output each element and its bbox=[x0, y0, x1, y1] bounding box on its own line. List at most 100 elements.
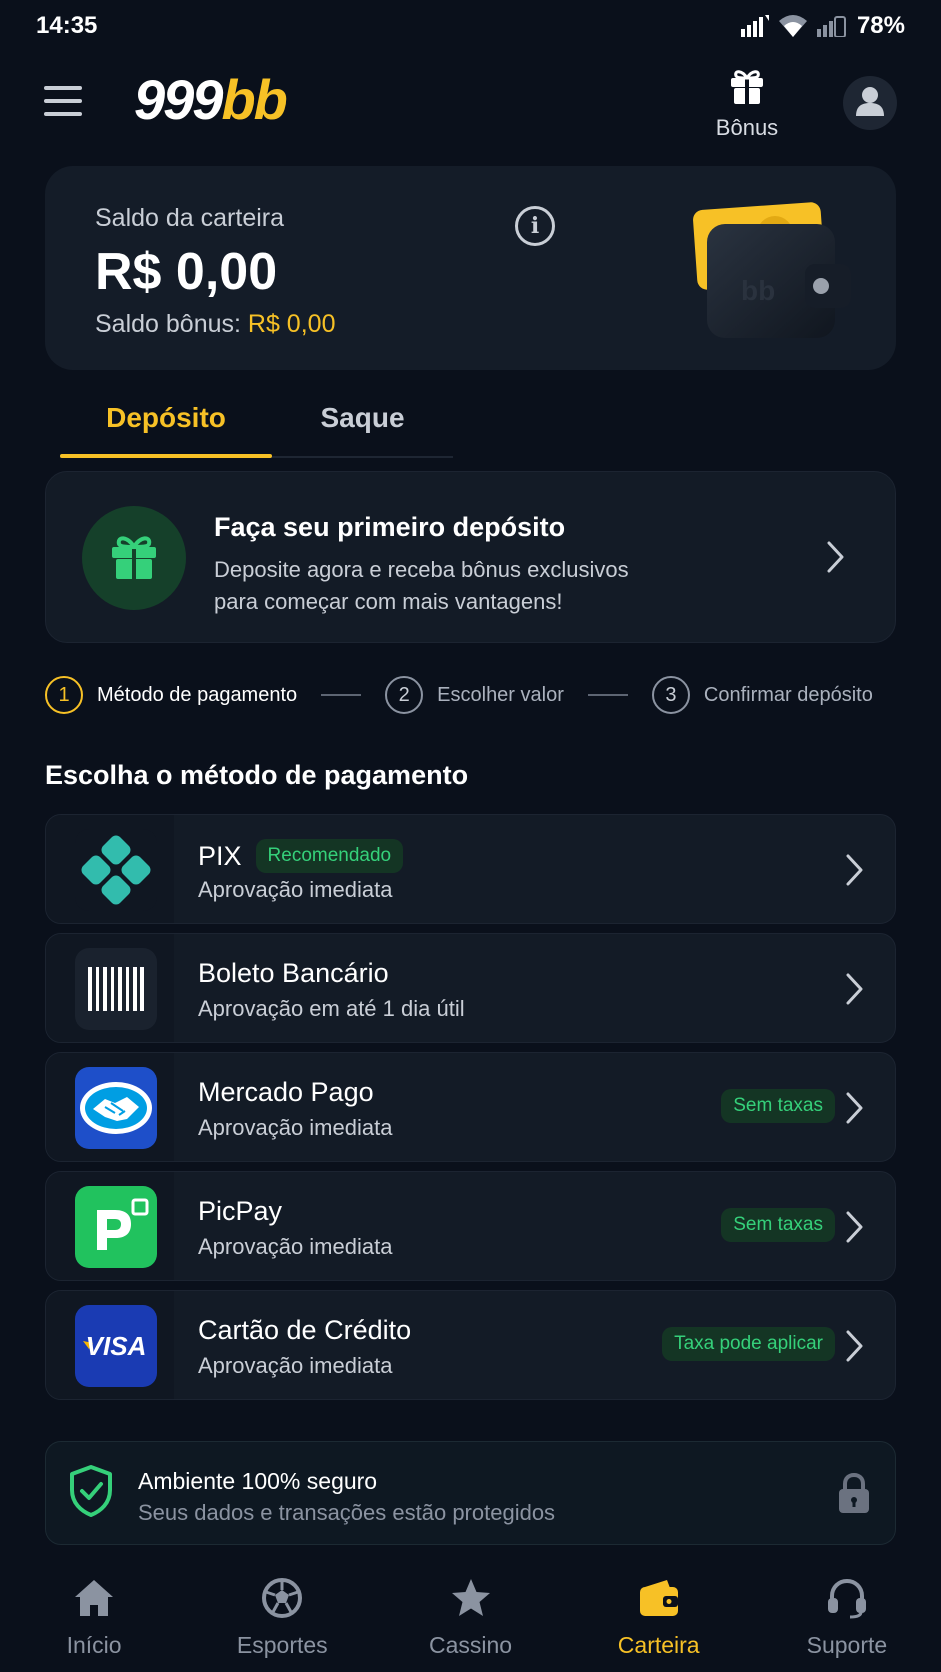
chevron-right-icon bbox=[826, 540, 846, 579]
payment-description: Aprovação imediata bbox=[198, 1234, 393, 1259]
payment-name: PIX bbox=[198, 840, 242, 871]
nav-cassino[interactable]: Cassino bbox=[376, 1565, 564, 1672]
wifi-icon bbox=[778, 15, 807, 37]
user-icon bbox=[856, 86, 884, 121]
tab-deposito[interactable]: Depósito bbox=[60, 390, 272, 458]
step-connector bbox=[321, 694, 362, 696]
status-time: 14:35 bbox=[36, 12, 98, 39]
nav-esportes[interactable]: Esportes bbox=[188, 1565, 376, 1672]
promo-line: para começar com mais vantagens! bbox=[214, 589, 563, 614]
wallet-art-text: bb bbox=[741, 275, 775, 306]
chevron-right-icon bbox=[845, 1210, 865, 1249]
payment-method-mercado-pago[interactable]: Mercado Pago Aprovação imediata Sem taxa… bbox=[45, 1052, 896, 1162]
payment-method-pix[interactable]: PIX Recomendado Aprovação imediata bbox=[45, 814, 896, 924]
hamburger-line bbox=[44, 86, 82, 90]
hamburger-line bbox=[44, 99, 82, 103]
step-label: Escolher valor bbox=[437, 683, 564, 706]
bonus-button[interactable]: Bônus bbox=[710, 68, 784, 141]
nav-label: Suporte bbox=[806, 1632, 888, 1658]
visa-logo-text: VISA bbox=[86, 1331, 147, 1361]
payment-name-row: Boleto Bancário bbox=[198, 958, 389, 989]
bonus-label: Bônus bbox=[715, 115, 779, 140]
first-deposit-promo[interactable]: Faça seu primeiro depósito Deposite agor… bbox=[45, 471, 896, 643]
section-title: Escolha o método de pagamento bbox=[45, 760, 469, 790]
nav-label: Início bbox=[66, 1632, 122, 1658]
security-text: Seus dados e transações estão protegidos bbox=[138, 1500, 556, 1525]
payment-description: Aprovação imediata bbox=[198, 877, 393, 902]
lock-icon bbox=[836, 1472, 872, 1519]
payment-name: PicPay bbox=[198, 1196, 283, 1226]
payment-method-credit-card[interactable]: VISA Cartão de Crédito Aprovação imediat… bbox=[45, 1290, 896, 1400]
security-title: Ambiente 100% seguro bbox=[138, 1468, 378, 1494]
wallet-card: Saldo da carteira R$ 0,00 Saldo bônus: R… bbox=[45, 166, 896, 370]
security-notice: Ambiente 100% seguro Seus dados e transa… bbox=[45, 1441, 896, 1545]
soccer-ball-icon bbox=[261, 1577, 303, 1624]
payment-name-row: Cartão de Crédito bbox=[198, 1315, 411, 1346]
brand-logo[interactable]: 999bb bbox=[134, 72, 288, 128]
status-indicators: 78% bbox=[740, 12, 905, 40]
payment-description: Aprovação imediata bbox=[198, 1115, 393, 1140]
home-icon bbox=[72, 1577, 116, 1624]
gift-icon bbox=[109, 533, 159, 584]
nav-carteira[interactable]: Carteira bbox=[565, 1565, 753, 1672]
battery-level: 78% bbox=[856, 12, 905, 39]
step-number: 1 bbox=[45, 676, 83, 714]
visa-logo: VISA bbox=[75, 1305, 157, 1387]
promo-line: Deposite agora e receba bônus exclusivos bbox=[214, 557, 629, 582]
payment-name: Mercado Pago bbox=[198, 1077, 374, 1107]
wallet-icon bbox=[637, 1577, 681, 1624]
wallet-tabs: Depósito Saque bbox=[60, 390, 453, 458]
payment-description: Aprovação imediata bbox=[198, 1353, 393, 1378]
pix-icon bbox=[75, 829, 157, 911]
headset-icon bbox=[825, 1577, 869, 1624]
signal-icon bbox=[740, 15, 769, 37]
no-fee-badge: Sem taxas bbox=[721, 1089, 835, 1123]
nav-label: Carteira bbox=[617, 1632, 700, 1658]
star-icon bbox=[449, 1577, 493, 1624]
bottom-navigation: Início Esportes Cassino Carteira Suporte bbox=[0, 1565, 941, 1672]
hamburger-line bbox=[44, 112, 82, 116]
menu-button[interactable] bbox=[44, 86, 82, 116]
payment-name-row: PIX Recomendado bbox=[198, 839, 404, 873]
wallet-bonus-balance: Saldo bônus: R$ 0,00 bbox=[95, 310, 335, 339]
mercado-pago-logo bbox=[75, 1067, 157, 1149]
step-number: 3 bbox=[651, 676, 690, 714]
payment-name-row: Mercado Pago bbox=[198, 1077, 374, 1108]
payment-name: Cartão de Crédito bbox=[198, 1315, 412, 1345]
barcode-icon bbox=[75, 948, 157, 1030]
chevron-right-icon bbox=[845, 1329, 865, 1368]
payment-description: Aprovação em até 1 dia útil bbox=[198, 996, 465, 1021]
deposit-steps: 1 Método de pagamento 2 Escolher valor 3… bbox=[45, 675, 896, 715]
step-connector bbox=[587, 694, 628, 696]
nav-suporte[interactable]: Suporte bbox=[753, 1565, 941, 1672]
picpay-logo bbox=[75, 1186, 157, 1268]
bonus-balance-label: Saldo bônus: bbox=[95, 310, 241, 338]
logo-number: 999 bbox=[134, 68, 223, 131]
wallet-balance: R$ 0,00 bbox=[95, 243, 278, 301]
tab-saque[interactable]: Saque bbox=[272, 390, 453, 456]
payment-method-picpay[interactable]: PicPay Aprovação imediata Sem taxas bbox=[45, 1171, 896, 1281]
nav-inicio[interactable]: Início bbox=[0, 1565, 188, 1672]
shield-check-icon bbox=[68, 1464, 114, 1523]
fee-may-apply-badge: Taxa pode aplicar bbox=[662, 1327, 835, 1361]
logo-letters: bb bbox=[221, 68, 287, 131]
chevron-right-icon bbox=[845, 853, 865, 892]
recommended-badge: Recomendado bbox=[255, 839, 404, 873]
payment-method-boleto[interactable]: Boleto Bancário Aprovação em até 1 dia ú… bbox=[45, 933, 896, 1043]
chevron-right-icon bbox=[845, 972, 865, 1011]
promo-title: Faça seu primeiro depósito bbox=[214, 512, 566, 542]
gift-icon bbox=[728, 68, 766, 109]
nav-label: Esportes bbox=[236, 1632, 328, 1658]
step-number: 2 bbox=[385, 676, 424, 714]
avatar[interactable] bbox=[843, 76, 897, 130]
step-label: Confirmar depósito bbox=[703, 683, 873, 706]
step-label: Método de pagamento bbox=[97, 683, 298, 706]
promo-gift-badge bbox=[82, 506, 186, 610]
no-fee-badge: Sem taxas bbox=[721, 1208, 835, 1242]
wallet-balance-label: Saldo da carteira bbox=[95, 204, 285, 232]
wallet-illustration: bb bbox=[655, 188, 865, 348]
cell-signal-icon bbox=[816, 15, 847, 37]
promo-description: Deposite agora e receba bônus exclusivos… bbox=[214, 554, 684, 618]
nav-label: Cassino bbox=[428, 1632, 513, 1658]
info-icon[interactable]: i bbox=[515, 206, 555, 246]
